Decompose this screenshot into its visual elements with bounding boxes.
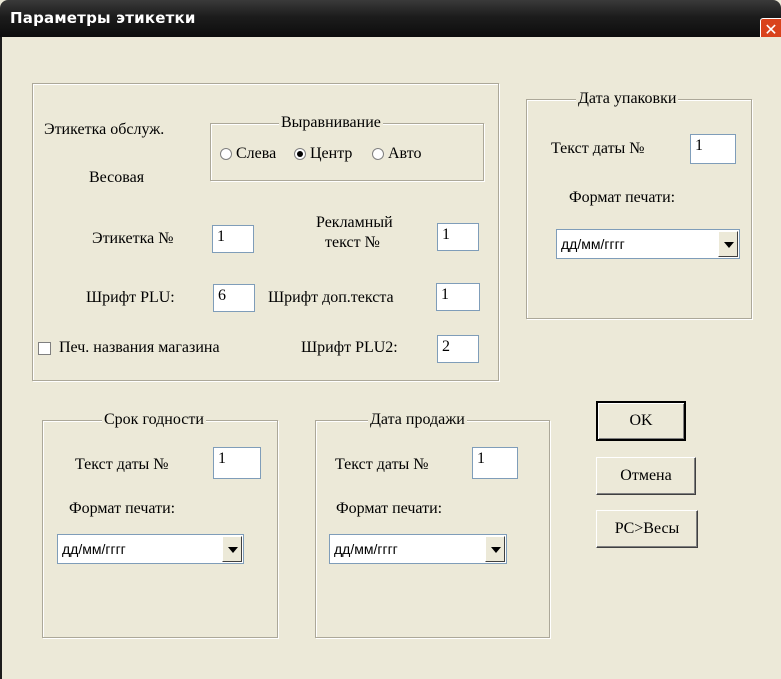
sale-date-format-value: дд/мм/гггг (334, 541, 398, 557)
font-plu2-input[interactable]: 2 (437, 335, 479, 363)
sale-date-format-select[interactable]: дд/мм/гггг (329, 534, 507, 564)
pack-date-format-label: Формат печати: (569, 189, 676, 206)
ok-button[interactable]: OK (596, 401, 686, 441)
pack-date-format-value: дд/мм/гггг (561, 236, 625, 252)
align-left-radio[interactable] (220, 148, 232, 160)
align-center-label[interactable]: Центр (310, 145, 352, 163)
align-center-radio[interactable] (294, 148, 306, 160)
label-number-label: Этикетка № (92, 230, 174, 247)
font-plu2-label: Шрифт PLU2: (301, 339, 398, 356)
font-extra-text-input[interactable]: 1 (436, 283, 480, 311)
print-store-name-checkbox[interactable] (38, 342, 51, 355)
ad-text-number-input[interactable]: 1 (437, 223, 479, 251)
ad-text-label-line1: Рекламный (316, 214, 393, 231)
font-extra-text-label: Шрифт доп.текста (268, 289, 394, 306)
cancel-button[interactable]: Отмена (596, 457, 696, 495)
dialog-body: Этикетка обслуж. Весовая Выравнивание Сл… (0, 37, 781, 679)
shelf-life-format-label: Формат печати: (69, 500, 176, 517)
font-plu-label: Шрифт PLU: (86, 289, 175, 306)
pack-date-legend: Дата упаковки (576, 90, 679, 108)
sale-date-text-label: Текст даты № (335, 456, 429, 473)
alignment-legend: Выравнивание (279, 114, 383, 132)
pack-date-text-input[interactable]: 1 (690, 134, 736, 164)
label-number-input[interactable]: 1 (212, 225, 254, 253)
title-bar: Параметры этикетки ✕ (0, 0, 781, 44)
print-store-name-label[interactable]: Печ. названия магазина (59, 339, 220, 357)
align-auto-label[interactable]: Авто (388, 145, 422, 163)
sale-date-format-label: Формат печати: (336, 500, 443, 517)
shelf-life-text-label: Текст даты № (75, 456, 169, 473)
weight-type-text: Весовая (89, 169, 145, 186)
service-label-text: Этикетка обслуж. (44, 121, 165, 138)
align-left-label[interactable]: Слева (236, 145, 276, 163)
pack-date-format-select[interactable]: дд/мм/гггг (556, 229, 740, 259)
sale-date-legend: Дата продажи (368, 411, 467, 429)
shelf-life-text-input[interactable]: 1 (213, 447, 261, 479)
window-title: Параметры этикетки (10, 9, 196, 27)
cancel-button-label: Отмена (620, 467, 672, 484)
chevron-down-icon[interactable] (485, 536, 505, 562)
shelf-life-format-select[interactable]: дд/мм/гггг (57, 534, 244, 564)
pack-date-text-label: Текст даты № (551, 140, 645, 157)
ad-text-label-line2: текст № (325, 234, 380, 251)
pc-to-scale-button-label: PC>Весы (614, 520, 680, 537)
sale-date-text-input[interactable]: 1 (472, 447, 518, 479)
font-plu-input[interactable]: 6 (213, 284, 255, 312)
pc-to-scale-button[interactable]: PC>Весы (596, 510, 698, 548)
shelf-life-format-value: дд/мм/гггг (62, 541, 126, 557)
align-auto-radio[interactable] (372, 148, 384, 160)
chevron-down-icon[interactable] (718, 231, 738, 257)
ok-button-label: OK (629, 412, 653, 429)
shelf-life-legend: Срок годности (102, 411, 206, 429)
pack-date-group (526, 99, 752, 319)
chevron-down-icon[interactable] (222, 536, 242, 562)
